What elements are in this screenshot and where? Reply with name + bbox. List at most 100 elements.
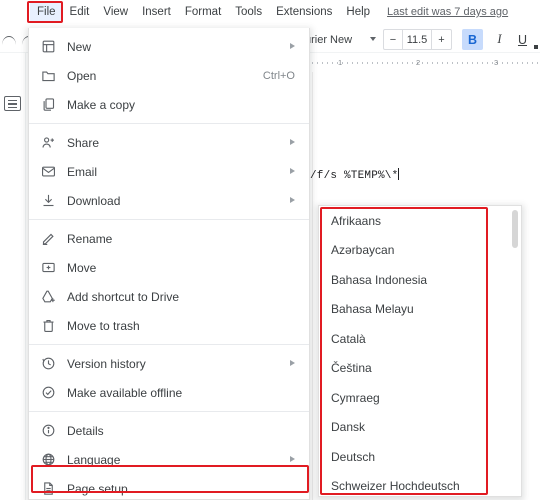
chevron-right-icon — [290, 456, 295, 462]
download-icon — [41, 193, 67, 208]
language-option-cestina[interactable]: Čeština — [319, 354, 521, 384]
menu-option-download[interactable]: Download — [29, 186, 309, 215]
left-gutter — [0, 53, 26, 500]
font-family-select[interactable]: urier New — [305, 30, 377, 50]
menu-option-label: Make a copy — [67, 97, 136, 112]
menu-item-insert[interactable]: Insert — [135, 2, 178, 22]
font-size-increase-button[interactable]: + — [432, 30, 451, 49]
language-submenu: Afrikaans Azərbaycan Bahasa Indonesia Ba… — [318, 205, 522, 497]
menu-option-label: Rename — [67, 231, 113, 246]
person-add-icon — [41, 135, 67, 150]
language-option-schweizer-hochdeutsch[interactable]: Schweizer Hochdeutsch — [319, 472, 521, 497]
menu-option-label: Make available offline — [67, 385, 183, 400]
menu-option-page-setup[interactable]: Page setup — [29, 474, 309, 500]
horizontal-ruler[interactable]: 1 2 3 — [312, 57, 540, 70]
menu-option-share[interactable]: Share — [29, 128, 309, 157]
menu-option-move[interactable]: Move — [29, 253, 309, 282]
envelope-icon — [41, 164, 67, 179]
menu-item-help[interactable]: Help — [339, 2, 377, 22]
menu-option-label: Details — [67, 423, 104, 438]
menu-option-open[interactable]: Open Ctrl+O — [29, 61, 309, 90]
menu-option-details[interactable]: Details — [29, 416, 309, 445]
language-option-bahasa-indonesia[interactable]: Bahasa Indonesia — [319, 265, 521, 295]
menu-option-label: Download — [67, 193, 121, 208]
document-body-text[interactable]: /f/s %TEMP%\* — [310, 168, 400, 182]
file-dropdown-menu: New Open Ctrl+O Make a copy Share Email … — [28, 28, 310, 500]
chevron-right-icon — [290, 168, 295, 174]
ruler-ticks — [312, 62, 540, 64]
language-option-deutsch[interactable]: Deutsch — [319, 442, 521, 472]
history-icon — [41, 356, 67, 371]
menu-item-format[interactable]: Format — [178, 2, 228, 22]
drive-shortcut-icon — [41, 289, 67, 304]
menu-option-language[interactable]: Language — [29, 445, 309, 474]
underline-button[interactable]: U — [512, 29, 533, 50]
globe-icon — [41, 452, 67, 467]
ruler-mark: 3 — [494, 58, 499, 67]
info-icon — [41, 423, 67, 438]
scrollbar-thumb[interactable] — [512, 210, 518, 248]
move-folder-icon — [41, 260, 67, 275]
menu-option-make-a-copy[interactable]: Make a copy — [29, 90, 309, 119]
trash-icon — [41, 318, 67, 333]
ruler-mark: 1 — [338, 58, 343, 67]
document-text-value: /f/s %TEMP%\* — [310, 170, 399, 182]
menu-option-add-shortcut-to-drive[interactable]: Add shortcut to Drive — [29, 282, 309, 311]
language-option-cymraeg[interactable]: Cymraeg — [319, 383, 521, 413]
italic-button[interactable]: I — [489, 29, 510, 50]
menu-option-rename[interactable]: Rename — [29, 224, 309, 253]
menu-bar: File Edit View Insert Format Tools Exten… — [0, 0, 540, 24]
menu-option-label: Email — [67, 164, 98, 179]
menu-option-label: Language — [67, 452, 121, 467]
menu-separator — [29, 123, 309, 124]
menu-option-label: Move to trash — [67, 318, 140, 333]
new-document-icon — [41, 39, 67, 54]
menu-option-label: Move — [67, 260, 97, 275]
menu-item-view[interactable]: View — [96, 2, 135, 22]
menu-option-email[interactable]: Email — [29, 157, 309, 186]
language-option-azerbaycan[interactable]: Azərbaycan — [319, 236, 521, 266]
chevron-right-icon — [290, 43, 295, 49]
last-edit-status[interactable]: Last edit was 7 days ago — [387, 6, 508, 18]
pencil-icon — [41, 231, 67, 246]
menu-option-label: Open — [67, 68, 97, 83]
menu-item-file[interactable]: File — [30, 2, 63, 22]
menu-separator — [29, 344, 309, 345]
document-outline-icon[interactable] — [4, 96, 21, 111]
menu-option-label: Add shortcut to Drive — [67, 289, 180, 304]
font-size-decrease-button[interactable]: − — [384, 30, 403, 49]
font-size-input[interactable]: 11.5 — [403, 30, 432, 49]
chevron-right-icon — [290, 197, 295, 203]
ruler-mark: 2 — [416, 58, 421, 67]
chevron-right-icon — [290, 360, 295, 366]
folder-open-icon — [41, 68, 67, 83]
menu-option-label: New — [67, 39, 92, 54]
chevron-right-icon — [290, 139, 295, 145]
offline-icon — [41, 385, 67, 400]
menu-separator — [29, 219, 309, 220]
language-option-catala[interactable]: Català — [319, 324, 521, 354]
menu-option-version-history[interactable]: Version history — [29, 349, 309, 378]
google-docs-window: urier New − 11.5 + B I U 1 2 3 /f/s %TEM… — [0, 0, 540, 500]
undo-icon[interactable] — [2, 35, 16, 45]
language-option-afrikaans[interactable]: Afrikaans — [319, 206, 521, 236]
menu-item-tools[interactable]: Tools — [228, 2, 269, 22]
menu-option-label: Page setup — [67, 481, 128, 496]
language-option-bahasa-melayu[interactable]: Bahasa Melayu — [319, 295, 521, 325]
language-submenu-scrollbar[interactable] — [512, 210, 518, 494]
menu-separator — [29, 411, 309, 412]
menu-option-new[interactable]: New — [29, 32, 309, 61]
menu-option-make-available-offline[interactable]: Make available offline — [29, 378, 309, 407]
text-color-indicator[interactable] — [534, 45, 538, 49]
menu-option-label: Version history — [67, 356, 146, 371]
chevron-down-icon[interactable] — [370, 37, 376, 41]
bold-button[interactable]: B — [462, 29, 483, 50]
language-option-dansk[interactable]: Dansk — [319, 413, 521, 443]
menu-option-shortcut: Ctrl+O — [262, 69, 295, 82]
text-cursor — [398, 168, 400, 180]
font-size-stepper: − 11.5 + — [383, 29, 452, 50]
menu-item-extensions[interactable]: Extensions — [269, 2, 339, 22]
menu-option-move-to-trash[interactable]: Move to trash — [29, 311, 309, 340]
menu-option-label: Share — [67, 135, 100, 150]
menu-item-edit[interactable]: Edit — [63, 2, 97, 22]
